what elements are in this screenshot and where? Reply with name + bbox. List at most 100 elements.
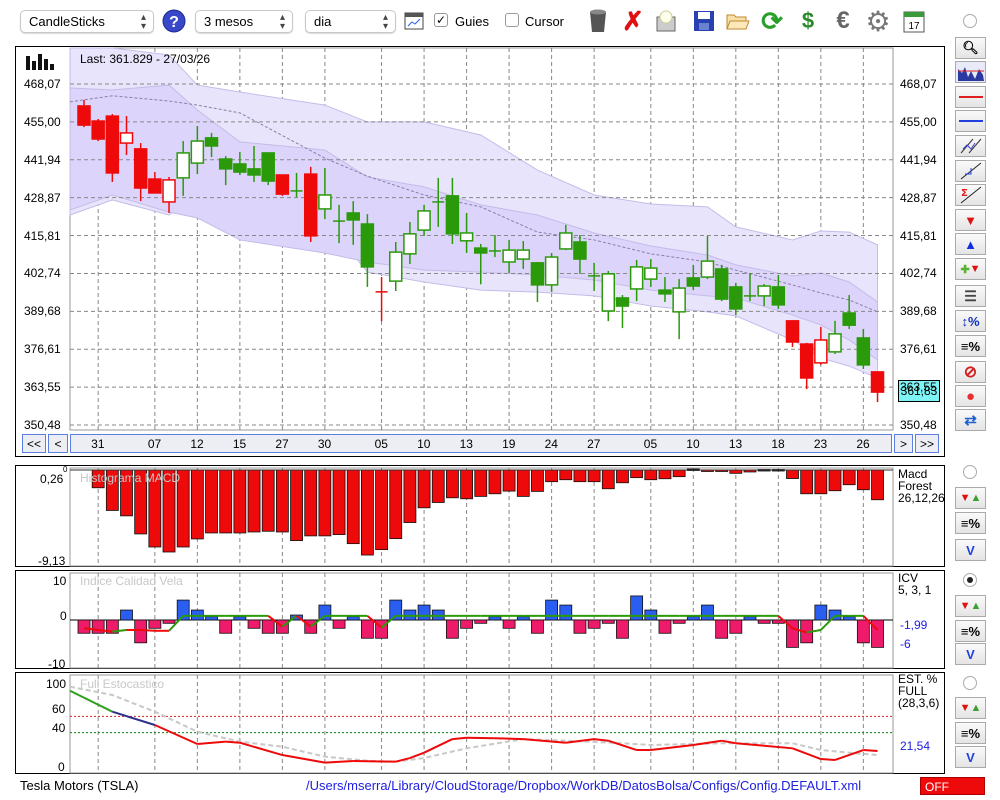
no-entry-icon: ⊘ (963, 364, 978, 381)
buy-arrow-button[interactable]: ▲ (955, 233, 986, 255)
sell-arrow-button[interactable]: ▼ (955, 209, 986, 231)
icv-bar (318, 604, 332, 621)
price-axis-label: 389,68 (900, 304, 937, 319)
price-axis-label: 415,81 (900, 228, 937, 243)
candle-body (261, 152, 275, 182)
candle-body (757, 285, 771, 297)
icv-curve-button[interactable]: V (955, 643, 986, 665)
macd-bar (318, 469, 332, 537)
icv-bar (545, 599, 559, 621)
stochastic-radio[interactable] (963, 676, 977, 690)
macd-min-label: -9,13 (38, 554, 66, 568)
sto-axis-0: 0 (58, 760, 65, 774)
sto-percent-button[interactable]: ≡% (955, 722, 986, 744)
macd-bar (672, 469, 686, 478)
macd-bar (205, 469, 218, 534)
nav-first-button[interactable]: << (22, 434, 46, 453)
arrow-up-icon: ▲ (970, 600, 982, 612)
arrow-down-icon: ▼ (969, 263, 981, 275)
nav-prev-button[interactable]: < (48, 434, 68, 453)
date-axis-label: 13 (459, 437, 473, 451)
percent-lines-button[interactable]: ≡% (955, 335, 986, 357)
nav-next-button[interactable]: > (894, 434, 913, 453)
icv-axis-0: 0 (60, 609, 67, 623)
status-off-button[interactable]: OFF (920, 777, 985, 795)
candle-body (785, 320, 800, 343)
stochastic-main-segment (607, 739, 637, 751)
macd-bar (630, 469, 644, 479)
macd-signals-button[interactable]: ▼ ▲ (955, 487, 986, 509)
red-line-button[interactable] (955, 86, 986, 108)
record-button[interactable]: ● (955, 385, 986, 407)
candle-body (303, 173, 318, 237)
macd-curve-button[interactable]: V (955, 539, 986, 561)
volume-overlay-button[interactable] (955, 61, 986, 83)
date-axis-label: 18 (771, 437, 785, 451)
icv-bar (446, 619, 459, 639)
candle-body (148, 178, 162, 194)
macd-bar (786, 469, 799, 479)
lines-percent-icon: ≡% (960, 725, 981, 741)
channel-tool-button[interactable] (955, 135, 986, 157)
candle-body (77, 105, 91, 126)
stochastic-main-segment (494, 737, 524, 741)
stochastic-main-segment (423, 738, 453, 754)
nav-last-button[interactable]: >> (915, 434, 939, 453)
macd-legend-params: 26,12,26 (898, 491, 945, 505)
macd-bar (601, 469, 615, 490)
sum-trendline-button[interactable]: Σ (955, 184, 986, 206)
candle-body (729, 286, 743, 310)
candle-body (686, 277, 701, 287)
price-axis-label: 441,94 (900, 152, 937, 167)
macd-percent-button[interactable]: ≡% (955, 512, 986, 534)
macd-radio[interactable] (963, 465, 977, 479)
icv-signals-button[interactable]: ▼ ▲ (955, 595, 986, 617)
icv-bar (531, 619, 544, 634)
icv-radio[interactable] (963, 573, 977, 587)
price-axis-label: 468,07 (24, 77, 61, 91)
candle-body (91, 120, 105, 140)
candle-body (388, 251, 403, 282)
sto-curve-button[interactable]: V (955, 746, 986, 768)
icv-bar (120, 609, 133, 621)
config-path-link[interactable]: /Users/mserra/Library/CloudStorage/Dropb… (306, 778, 861, 793)
date-axis-label: 15 (232, 437, 247, 451)
percent-range-button[interactable]: ↕% (955, 310, 986, 332)
sto-axis-40: 40 (52, 721, 66, 735)
macd-bar (219, 469, 233, 534)
grid-lines-button[interactable]: ☰ (955, 285, 986, 307)
add-signal-button[interactable]: ✚ ▼ (955, 258, 986, 280)
stochastic-main-segment (452, 736, 467, 741)
candle-body (218, 158, 233, 170)
candle-body (644, 267, 658, 280)
date-axis-label: 07 (147, 437, 162, 451)
sigma-trendline-icon: Σ (960, 186, 981, 204)
plus-icon: ✚ (960, 263, 970, 276)
blue-line-button[interactable] (955, 110, 986, 132)
lines-percent-icon: ≡% (960, 338, 981, 354)
sto-signals-button[interactable]: ▼ ▲ (955, 697, 986, 719)
icv-bar (814, 604, 828, 621)
v-curve-icon: V (966, 542, 975, 558)
candlestick (672, 279, 686, 340)
macd-bar (275, 469, 289, 533)
macd-bar (587, 469, 601, 483)
trendline-tool-button[interactable] (955, 160, 986, 182)
candle-body (119, 132, 134, 144)
swap-button[interactable]: ⇄ (955, 409, 986, 431)
clear-button[interactable]: ⊘ (955, 361, 986, 383)
zoom-tool-button[interactable]: 🔍︎ (955, 37, 986, 59)
trendline-icon (960, 162, 981, 180)
macd-bar (644, 469, 658, 481)
candlestick (375, 277, 388, 322)
stochastic-main-segment (409, 751, 425, 759)
macd-bar (261, 469, 275, 532)
candle-body (700, 260, 715, 278)
icv-percent-button[interactable]: ≡% (955, 620, 986, 642)
macd-bar (247, 469, 261, 533)
magnifier-icon: 🔍︎ (962, 40, 979, 55)
icv-bar (77, 619, 91, 634)
swap-arrows-icon: ⇄ (964, 412, 977, 429)
date-axis-label: 26 (856, 437, 870, 451)
bar-chart-logo-icon (25, 52, 55, 73)
